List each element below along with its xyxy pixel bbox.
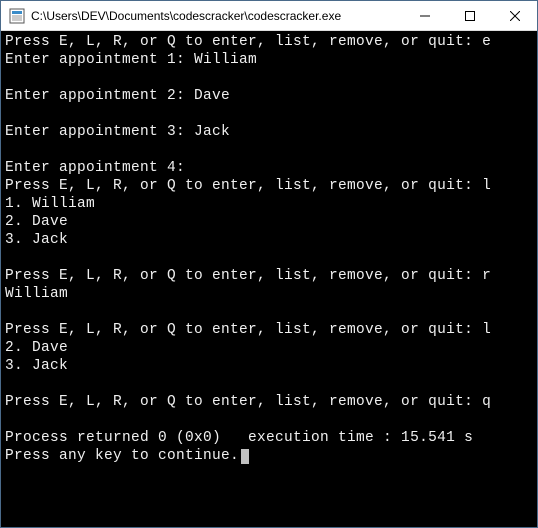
cursor-icon	[241, 449, 249, 464]
app-window: C:\Users\DEV\Documents\codescracker\code…	[0, 0, 538, 528]
close-button[interactable]	[492, 1, 537, 30]
titlebar[interactable]: C:\Users\DEV\Documents\codescracker\code…	[1, 1, 537, 31]
maximize-button[interactable]	[447, 1, 492, 30]
window-controls	[402, 1, 537, 30]
console-text: Press E, L, R, or Q to enter, list, remo…	[5, 34, 491, 464]
window-title: C:\Users\DEV\Documents\codescracker\code…	[31, 9, 402, 23]
app-icon	[9, 8, 25, 24]
minimize-button[interactable]	[402, 1, 447, 30]
console-output[interactable]: Press E, L, R, or Q to enter, list, remo…	[1, 31, 537, 527]
